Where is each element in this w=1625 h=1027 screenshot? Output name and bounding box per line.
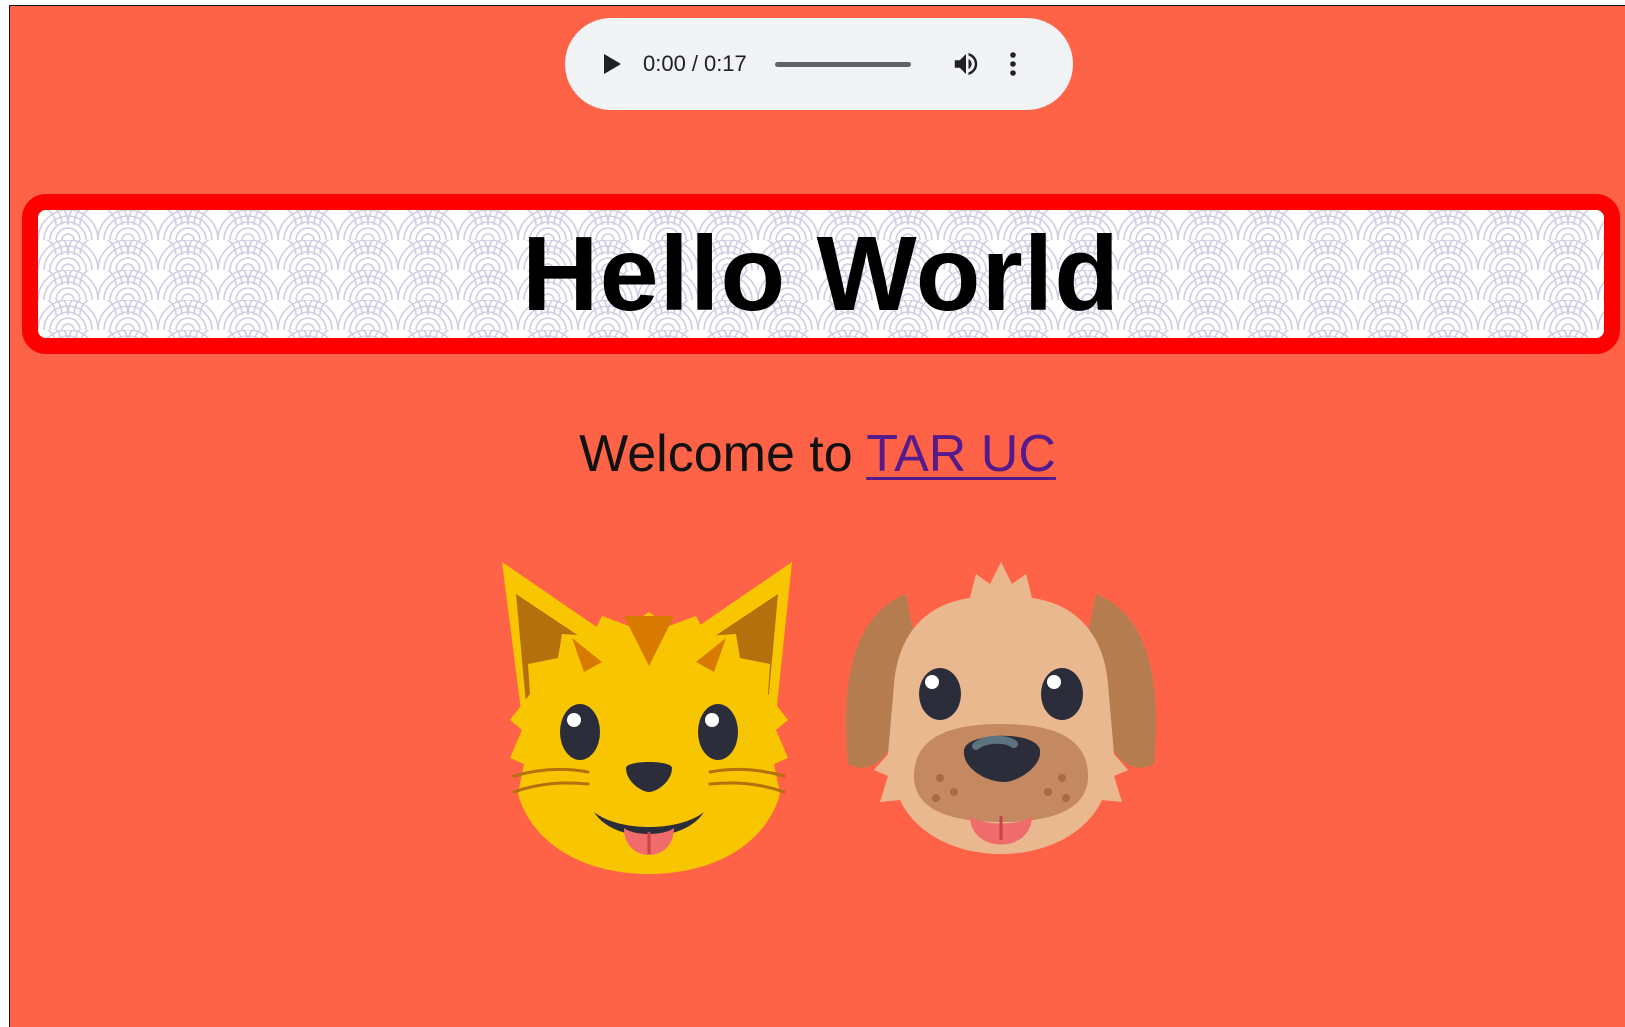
volume-icon (954, 53, 978, 75)
dog-face-emoji (846, 562, 1156, 854)
current-time: 0:00 (643, 51, 686, 76)
page-title: Hello World (522, 215, 1120, 333)
page-body: 0:00/0:17 Hello World Welcome to TAR UC (9, 5, 1625, 1027)
more-options-button[interactable] (1001, 47, 1025, 81)
welcome-prefix: Welcome to (579, 425, 867, 483)
seek-slider[interactable] (774, 61, 911, 67)
tar-uc-link[interactable]: TAR UC (866, 425, 1056, 483)
audio-player[interactable]: 0:00/0:17 (565, 18, 1073, 110)
emoji-images (10, 554, 1625, 884)
time-display: 0:00/0:17 (643, 51, 747, 77)
cat-face-emoji (502, 562, 792, 874)
time-separator: / (691, 51, 698, 76)
hello-world-banner: Hello World (22, 194, 1620, 354)
duration: 0:17 (703, 51, 747, 76)
more-vertical-icon (1009, 52, 1016, 76)
play-icon (604, 54, 621, 74)
mute-button[interactable] (949, 47, 983, 81)
play-button[interactable] (597, 49, 627, 79)
welcome-text: Welcome to TAR UC (10, 425, 1625, 483)
